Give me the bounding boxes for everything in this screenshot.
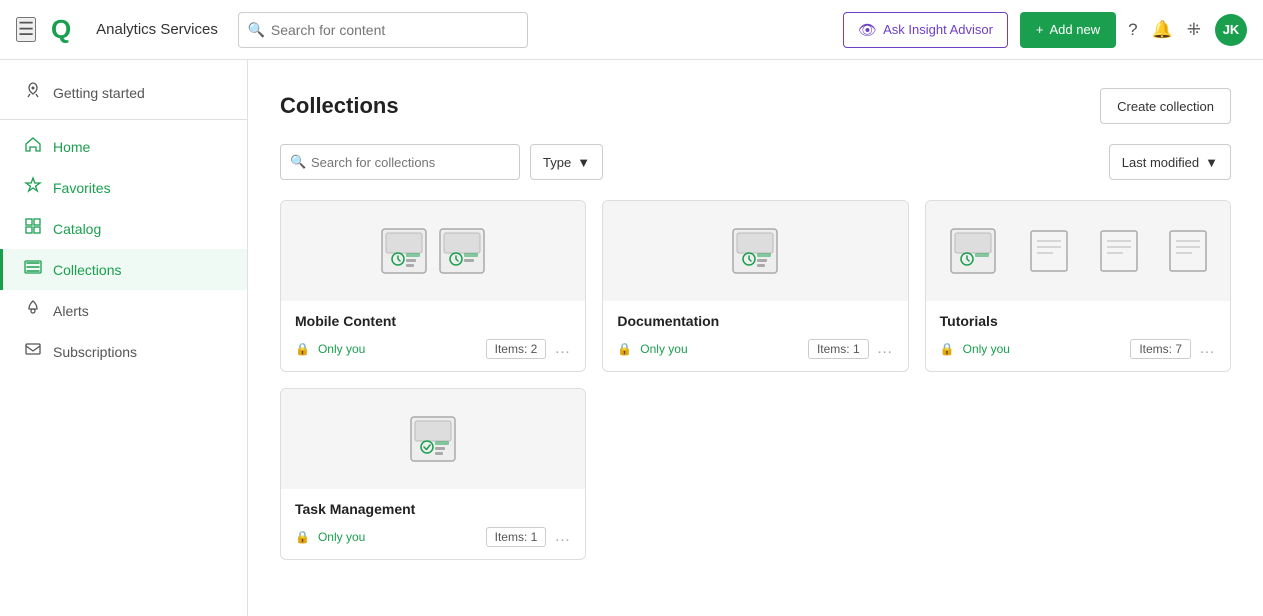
collections-grid: Mobile Content 🔒 Only you Items: 2 … — [280, 200, 1231, 560]
card-preview — [281, 389, 585, 489]
card-body: Tutorials 🔒 Only you Items: 7 … — [926, 301, 1230, 371]
avatar[interactable]: JK — [1215, 14, 1247, 46]
insight-icon: 👁 — [858, 21, 877, 39]
sidebar-item-label: Favorites — [53, 180, 111, 196]
page-title: Collections — [280, 93, 399, 119]
subscriptions-icon — [23, 340, 43, 363]
lock-icon: 🔒 — [295, 530, 310, 544]
sidebar-item-collections[interactable]: Collections — [0, 249, 247, 290]
sidebar-item-label: Subscriptions — [53, 344, 137, 360]
apps-grid-icon[interactable]: ⁜ — [1187, 20, 1201, 40]
card-title: Task Management — [295, 501, 571, 517]
alerts-icon — [23, 299, 43, 322]
card-items-count: Items: 1 — [808, 339, 869, 359]
topnav: ☰ Q Analytics Services 🔍 👁 Ask Insight A… — [0, 0, 1263, 60]
card-items-count: Items: 1 — [486, 527, 547, 547]
lock-icon: 🔒 — [617, 342, 632, 356]
sidebar-item-subscriptions[interactable]: Subscriptions — [0, 331, 247, 372]
addnew-label: Add new — [1050, 22, 1101, 37]
card-footer: 🔒 Only you Items: 2 … — [295, 339, 571, 359]
card-title: Tutorials — [940, 313, 1216, 329]
sidebar-item-label: Home — [53, 139, 90, 155]
card-body: Mobile Content 🔒 Only you Items: 2 … — [281, 301, 585, 371]
card-more-button[interactable]: … — [877, 340, 894, 358]
insight-label: Ask Insight Advisor — [883, 22, 993, 37]
card-preview — [603, 201, 907, 301]
svg-text:Q: Q — [51, 14, 71, 44]
sidebar-item-label: Getting started — [53, 85, 145, 101]
sidebar-item-favorites[interactable]: Favorites — [0, 167, 247, 208]
collection-card-task-management[interactable]: Task Management 🔒 Only you Items: 1 … — [280, 388, 586, 560]
card-more-button[interactable]: … — [554, 528, 571, 546]
card-owner: Only you — [640, 342, 687, 356]
hamburger-icon[interactable]: ☰ — [16, 17, 36, 42]
card-preview — [281, 201, 585, 301]
main-content: Collections Create collection 🔍 Type ▼ L… — [248, 60, 1263, 616]
layout: Getting started Home Favorites — [0, 60, 1263, 616]
global-search-wrap: 🔍 — [238, 12, 529, 48]
add-new-button[interactable]: + Add new — [1020, 12, 1116, 48]
card-items-count: Items: 7 — [1130, 339, 1191, 359]
lock-icon: 🔒 — [940, 342, 955, 356]
type-filter-button[interactable]: Type ▼ — [530, 144, 603, 180]
collections-icon — [23, 258, 43, 281]
collection-card-tutorials[interactable]: Tutorials 🔒 Only you Items: 7 … — [925, 200, 1231, 372]
star-icon — [23, 176, 43, 199]
insight-advisor-button[interactable]: 👁 Ask Insight Advisor — [843, 12, 1008, 48]
chevron-down-icon: ▼ — [1205, 155, 1218, 170]
card-footer: 🔒 Only you Items: 1 … — [295, 527, 571, 547]
sidebar-item-alerts[interactable]: Alerts — [0, 290, 247, 331]
last-modified-label: Last modified — [1122, 155, 1199, 170]
card-preview — [926, 201, 1230, 301]
create-collection-button[interactable]: Create collection — [1100, 88, 1231, 124]
plus-icon: + — [1036, 22, 1044, 37]
app-name: Analytics Services — [96, 21, 218, 38]
card-body: Task Management 🔒 Only you Items: 1 … — [281, 489, 585, 559]
card-owner: Only you — [318, 530, 365, 544]
logo[interactable]: Q — [48, 12, 84, 48]
card-body: Documentation 🔒 Only you Items: 1 … — [603, 301, 907, 371]
main-header: Collections Create collection — [280, 88, 1231, 124]
catalog-icon — [23, 217, 43, 240]
card-items-count: Items: 2 — [486, 339, 547, 359]
search-collections-input[interactable] — [280, 144, 520, 180]
help-icon[interactable]: ? — [1128, 20, 1137, 40]
sidebar-item-label: Catalog — [53, 221, 101, 237]
collection-card-documentation[interactable]: Documentation 🔒 Only you Items: 1 … — [602, 200, 908, 372]
global-search-input[interactable] — [238, 12, 529, 48]
collection-card-mobile-content[interactable]: Mobile Content 🔒 Only you Items: 2 … — [280, 200, 586, 372]
sidebar-item-label: Alerts — [53, 303, 89, 319]
sidebar-item-label: Collections — [53, 262, 121, 278]
card-footer: 🔒 Only you Items: 7 … — [940, 339, 1216, 359]
card-footer: 🔒 Only you Items: 1 … — [617, 339, 893, 359]
card-owner: Only you — [318, 342, 365, 356]
last-modified-button[interactable]: Last modified ▼ — [1109, 144, 1231, 180]
home-icon — [23, 135, 43, 158]
card-title: Mobile Content — [295, 313, 571, 329]
sidebar: Getting started Home Favorites — [0, 60, 248, 616]
search-collections-wrap: 🔍 — [280, 144, 520, 180]
card-more-button[interactable]: … — [554, 340, 571, 358]
card-more-button[interactable]: … — [1199, 340, 1216, 358]
sidebar-divider — [0, 119, 247, 120]
type-label: Type — [543, 155, 571, 170]
card-owner: Only you — [963, 342, 1010, 356]
nav-icons: ? 🔔 ⁜ JK — [1128, 14, 1247, 46]
chevron-down-icon: ▼ — [577, 155, 590, 170]
card-title: Documentation — [617, 313, 893, 329]
sidebar-item-home[interactable]: Home — [0, 126, 247, 167]
sidebar-item-catalog[interactable]: Catalog — [0, 208, 247, 249]
filters-row: 🔍 Type ▼ Last modified ▼ — [280, 144, 1231, 180]
rocket-icon — [23, 81, 43, 104]
sidebar-item-getting-started[interactable]: Getting started — [0, 72, 247, 113]
lock-icon: 🔒 — [295, 342, 310, 356]
notifications-icon[interactable]: 🔔 — [1152, 20, 1173, 40]
